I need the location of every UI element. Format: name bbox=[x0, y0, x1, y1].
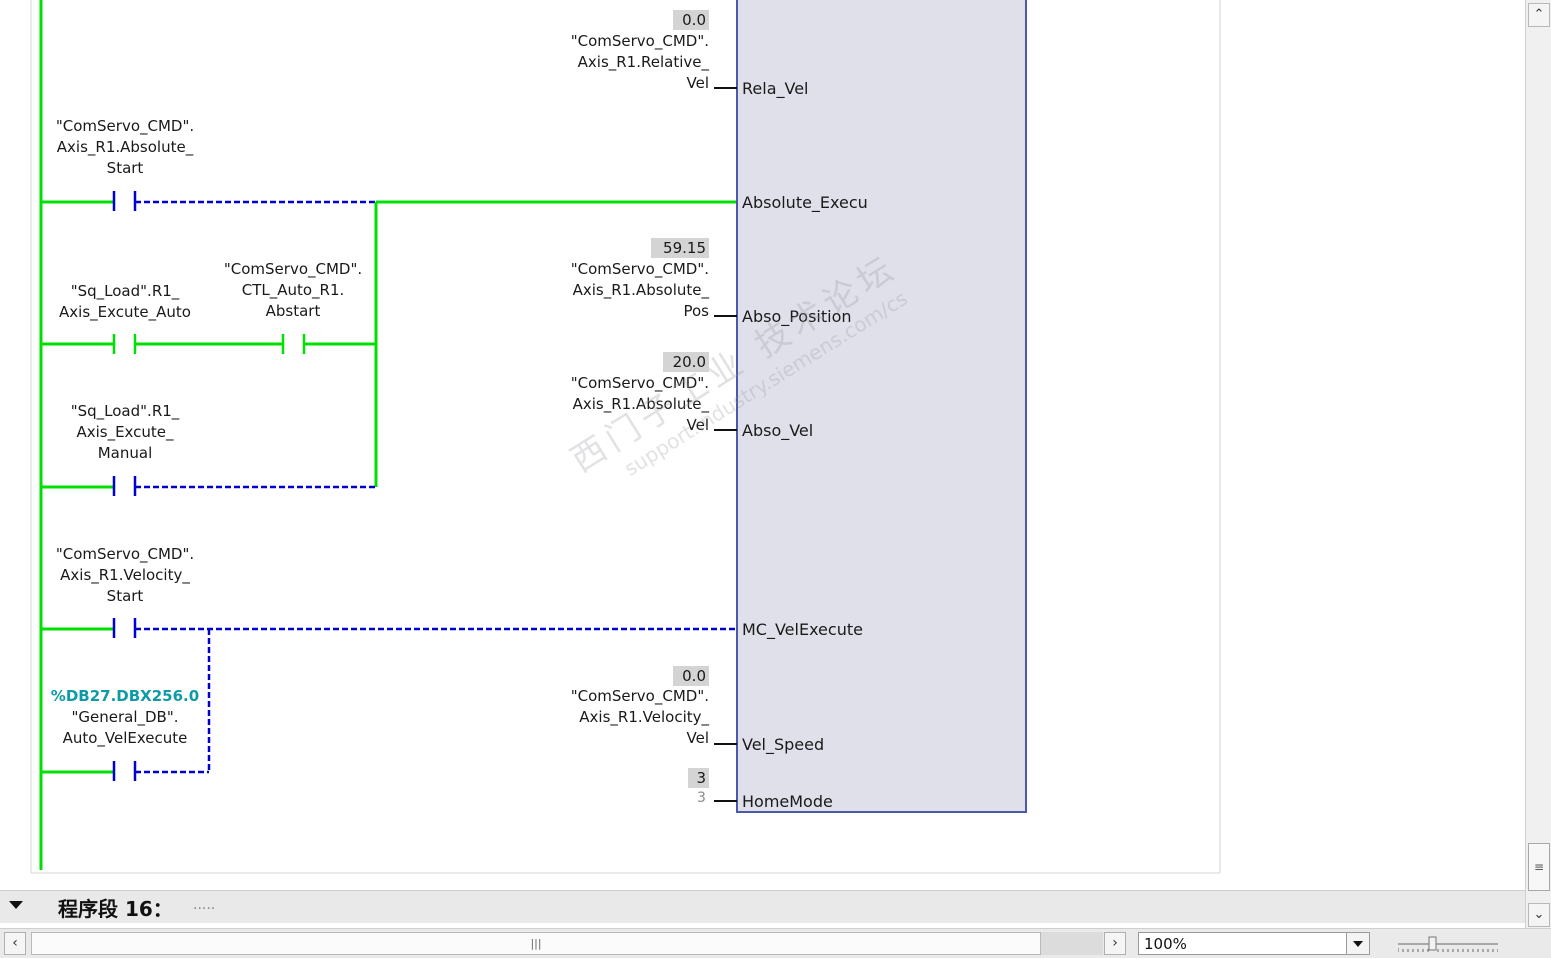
operand-vel-speed: "ComServo_CMD". Axis_R1.Velocity_ Vel bbox=[570, 687, 709, 747]
scroll-down-button[interactable]: ⌄ bbox=[1528, 903, 1550, 927]
bottom-bar: ‹ ||| › 100% bbox=[0, 928, 1551, 958]
scroll-up-button[interactable]: ⌃ bbox=[1528, 3, 1550, 27]
chevron-left-icon: ‹ bbox=[12, 935, 18, 951]
contact-velocity-start[interactable] bbox=[112, 618, 137, 638]
network-collapse-toggle[interactable] bbox=[8, 897, 24, 917]
zoom-value: 100% bbox=[1144, 935, 1187, 953]
ladder-editor[interactable]: "ComServo_CMD". Axis_R1.Absolute_ Start … bbox=[0, 0, 1525, 890]
grip-icon: ≡ bbox=[1533, 860, 1545, 874]
network-title: 程序段 16： bbox=[58, 897, 173, 921]
vertical-scrollbar[interactable]: ⌃ ≡ ⌄ bbox=[1525, 0, 1551, 930]
value-homemode: 3 bbox=[688, 768, 709, 788]
value-vel-speed: 0.0 bbox=[673, 666, 709, 686]
pin-absolute-execu: Absolute_Execu bbox=[742, 193, 868, 212]
pin-homemode: HomeMode bbox=[742, 792, 833, 811]
default-homemode: 3 bbox=[697, 790, 706, 806]
horizontal-scroll-track[interactable]: ||| bbox=[31, 932, 1103, 955]
pin-abso-vel: Abso_Vel bbox=[742, 421, 814, 440]
horizontal-scroll-thumb[interactable]: ||| bbox=[31, 932, 1041, 955]
zoom-slider[interactable] bbox=[1397, 935, 1499, 955]
contact-auto-excute[interactable] bbox=[112, 334, 137, 354]
contact-auto-abstart[interactable] bbox=[281, 334, 306, 354]
operand-velocity-start: "ComServo_CMD". Axis_R1.Velocity_ Start bbox=[55, 545, 195, 605]
pin-vel-speed: Vel_Speed bbox=[742, 735, 825, 754]
operand-manual-excute: "Sq_Load".R1_ Axis_Excute_ Manual bbox=[70, 402, 180, 462]
operand-auto-velexecute: %DB27.DBX256.0 "General_DB". Auto_VelExe… bbox=[40, 686, 210, 749]
value-rela-vel: 0.0 bbox=[673, 10, 709, 30]
operand-auto-abstart: "ComServo_CMD". CTL_Auto_R1. Abstart bbox=[223, 260, 363, 320]
operand-axis-start: "ComServo_CMD". Axis_R1.Absolute_ Start bbox=[55, 117, 195, 177]
contact-auto-velexecute[interactable] bbox=[112, 761, 137, 781]
scroll-right-button[interactable]: › bbox=[1104, 932, 1126, 955]
scroll-left-button[interactable]: ‹ bbox=[4, 932, 26, 955]
value-abso-position: 59.15 bbox=[651, 238, 709, 258]
function-block[interactable] bbox=[736, 0, 1027, 813]
zoom-slider-thumb bbox=[1428, 936, 1437, 951]
vertical-scroll-thumb[interactable]: ≡ bbox=[1528, 843, 1550, 891]
triangle-down-icon bbox=[9, 901, 23, 909]
chevron-right-icon: › bbox=[1112, 935, 1118, 951]
triangle-down-icon bbox=[1353, 941, 1363, 947]
zoom-select[interactable]: 100% bbox=[1138, 932, 1370, 955]
operand-auto-excute: "Sq_Load".R1_ Axis_Excute_Auto bbox=[59, 282, 191, 321]
pin-mc-velexecute: MC_VelExecute bbox=[742, 620, 863, 639]
contact-absolute-start[interactable] bbox=[112, 191, 137, 211]
network-comment[interactable]: ..... bbox=[193, 897, 215, 913]
pin-rela-vel: Rela_Vel bbox=[742, 79, 809, 98]
network-header[interactable]: 程序段 16： ..... bbox=[0, 890, 1525, 923]
zoom-dropdown-button[interactable] bbox=[1346, 933, 1369, 954]
contact-manual-excute[interactable] bbox=[112, 476, 137, 496]
operand-rela-vel: "ComServo_CMD". Axis_R1.Relative_ Vel bbox=[570, 32, 709, 92]
grip-icon: ||| bbox=[530, 937, 542, 950]
absolute-address: %DB27.DBX256.0 bbox=[50, 687, 200, 705]
chevron-up-icon: ⌃ bbox=[1533, 7, 1545, 22]
ladder-diagram bbox=[30, 0, 1221, 874]
operand-abso-position: "ComServo_CMD". Axis_R1.Absolute_ Pos bbox=[570, 260, 709, 320]
chevron-down-icon: ⌄ bbox=[1533, 907, 1545, 922]
